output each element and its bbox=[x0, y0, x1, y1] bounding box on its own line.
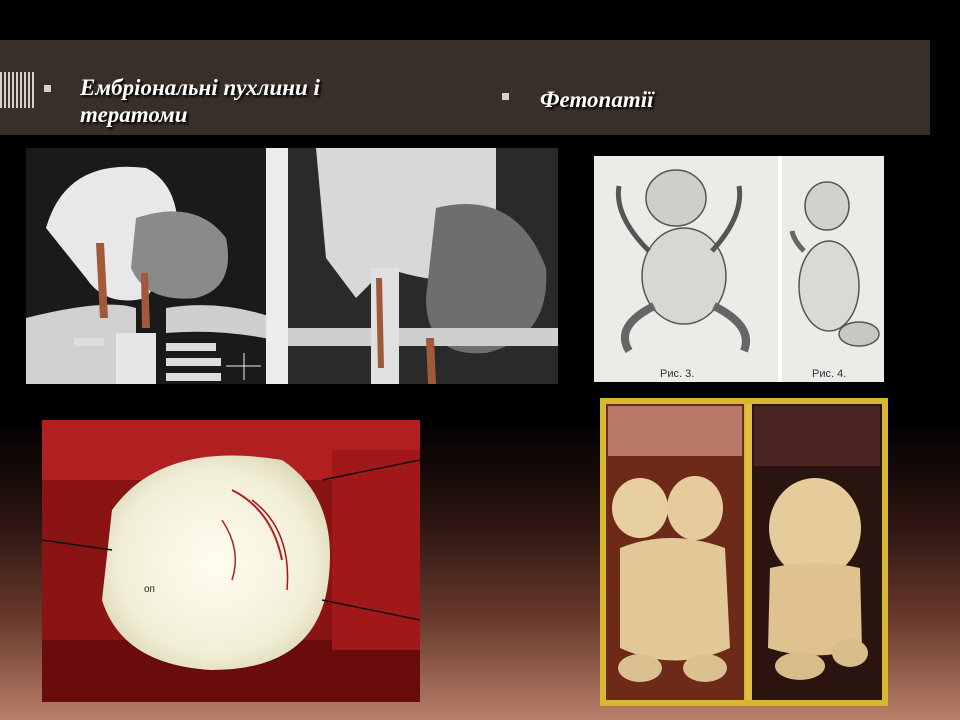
surgical-photo: оп bbox=[42, 420, 420, 702]
bullet-icon bbox=[502, 93, 509, 100]
bullet-icon bbox=[44, 85, 51, 92]
fig4-caption: Рис. 4. bbox=[812, 368, 847, 380]
specimen-jars-photo bbox=[600, 398, 888, 706]
heading-fetopathies: Фетопатії bbox=[540, 87, 654, 112]
heading-line-2: тератоми bbox=[80, 102, 188, 127]
fig3-caption: Рис. 3. bbox=[660, 368, 695, 380]
surgery-label: оп bbox=[144, 584, 155, 595]
heading-embryonal-tumors: Ембріональні пухлини і тератоми bbox=[80, 74, 410, 128]
decorative-stripes bbox=[0, 72, 36, 108]
fetal-drawings-image: Рис. 3. Рис. 4. bbox=[594, 156, 884, 382]
heading-line-1: Ембріональні пухлини і bbox=[80, 75, 320, 100]
ct-reconstruction-image bbox=[26, 148, 558, 384]
